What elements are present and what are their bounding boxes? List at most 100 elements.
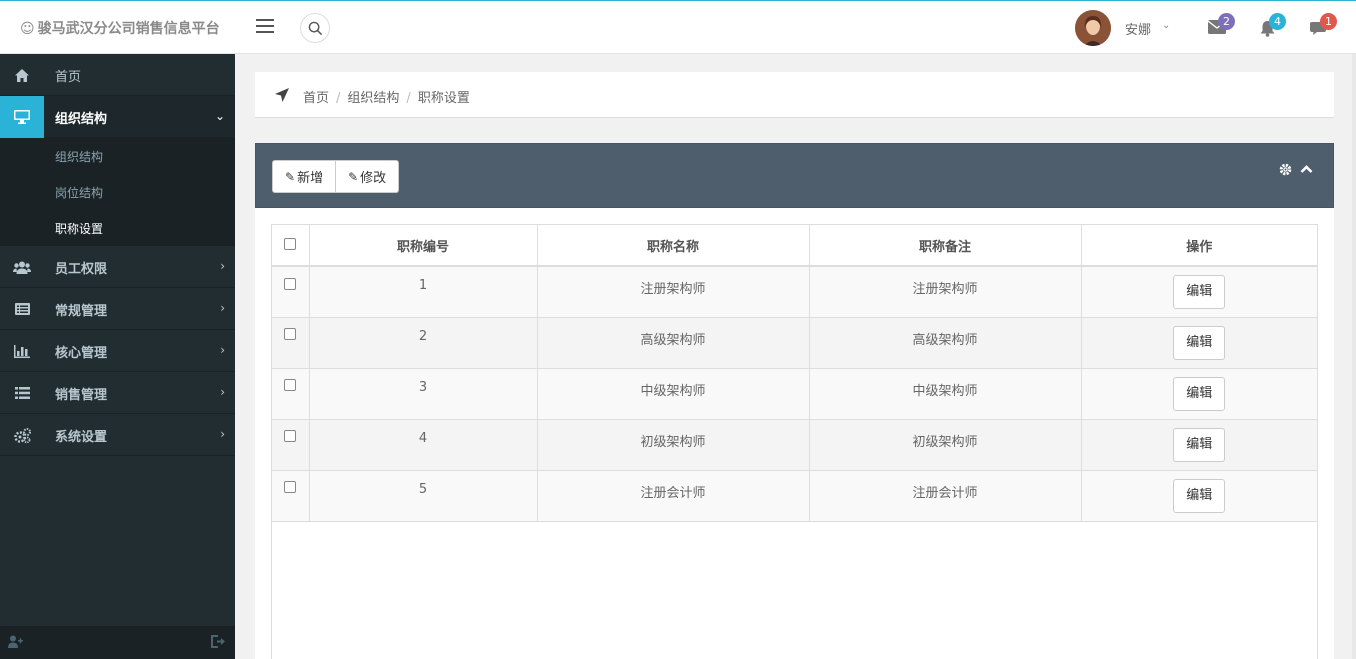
column-header[interactable]: 职称备注 (809, 225, 1082, 267)
cell-name: 注册会计师 (537, 470, 810, 522)
sidebar-item-org[interactable]: 组织结构 ⌄ (0, 96, 235, 138)
select-all-checkbox[interactable] (284, 237, 297, 250)
avatar[interactable] (1075, 10, 1111, 46)
cell-id: 1 (309, 266, 538, 318)
notifications-button[interactable]: 4 (1259, 13, 1286, 38)
table-row: 2 高级架构师 高级架构师 编辑 (272, 317, 1317, 369)
submenu-item-label: 组织结构 (55, 150, 104, 164)
row-checkbox[interactable] (284, 481, 297, 493)
sidebar: 首页 组织结构 ⌄ 组织结构 岗位结构 职称设置 员工权限 › 常规管理 › 核… (0, 54, 235, 659)
sidebar-item-general[interactable]: 常规管理 › (0, 288, 235, 330)
edit-button[interactable]: 编辑 (1173, 478, 1226, 513)
modify-button-label: 修改 (360, 171, 387, 186)
cell-name: 中级架构师 (537, 368, 810, 420)
sidebar-item-permissions[interactable]: 员工权限 › (0, 246, 235, 288)
column-header: 操作 (1081, 225, 1317, 267)
messages-button[interactable]: 1 (1310, 13, 1337, 38)
cell-name: 注册架构师 (537, 266, 810, 318)
titles-table: 职称编号 职称名称 职称备注 操作 1 注册架构师 注册架构师 编辑 2 高级架… (271, 224, 1318, 659)
row-checkbox[interactable] (284, 430, 297, 442)
content-panel: ✎ 新增 ✎ 修改 职称编号 职称名称 职称备注 操作 1 注册架构师 注册架构… (255, 143, 1334, 659)
home-icon (0, 54, 44, 96)
submenu-item-label: 岗位结构 (55, 186, 104, 200)
table-row: 1 注册架构师 注册架构师 编辑 (272, 266, 1317, 318)
table-row: 3 中级架构师 中级架构师 编辑 (272, 368, 1317, 420)
edit-icon: ✎ (285, 169, 296, 184)
users-icon (0, 246, 44, 288)
desktop-icon (0, 96, 44, 138)
sidebar-item-sales[interactable]: 销售管理 › (0, 372, 235, 414)
breadcrumb-org[interactable]: 组织结构 (347, 91, 399, 106)
list-icon (0, 372, 44, 414)
cell-name: 初级架构师 (537, 419, 810, 471)
chevron-down-icon[interactable]: ⌄ (1162, 20, 1170, 31)
sidebar-item-label: 常规管理 (55, 304, 108, 319)
breadcrumb-separator: / (406, 91, 411, 106)
top-header: ☺ 骏马武汉分公司销售信息平台 安娜 ⌄ 2 4 1 (0, 0, 1356, 54)
menu-toggle-icon[interactable] (256, 19, 274, 34)
sidebar-item-core[interactable]: 核心管理 › (0, 330, 235, 372)
add-button[interactable]: ✎ 新增 (272, 160, 337, 193)
cell-id: 4 (309, 419, 538, 471)
cogs-icon (0, 414, 44, 456)
row-checkbox[interactable] (284, 277, 297, 290)
mail-button[interactable]: 2 (1207, 13, 1235, 38)
submenu-item-org-structure[interactable]: 组织结构 (0, 138, 235, 174)
sidebar-item-label: 员工权限 (55, 262, 108, 277)
chevron-right-icon: › (220, 301, 225, 315)
panel-header: ✎ 新增 ✎ 修改 (255, 143, 1334, 208)
search-button[interactable] (300, 13, 330, 43)
modify-button[interactable]: ✎ 修改 (336, 160, 400, 193)
submenu-item-post-structure[interactable]: 岗位结构 (0, 174, 235, 210)
table-row: 4 初级架构师 初级架构师 编辑 (272, 419, 1317, 471)
cell-remark: 高级架构师 (809, 317, 1082, 369)
sidebar-item-settings[interactable]: 系统设置 › (0, 414, 235, 456)
sidebar-item-home[interactable]: 首页 (0, 54, 235, 96)
cell-remark: 注册架构师 (809, 266, 1082, 318)
row-checkbox[interactable] (284, 379, 297, 391)
toolbar: ✎ 新增 ✎ 修改 (272, 160, 400, 193)
cell-id: 2 (309, 317, 538, 369)
bell-badge: 4 (1269, 13, 1286, 30)
breadcrumb-separator: / (336, 91, 341, 106)
sidebar-item-label: 核心管理 (55, 346, 108, 361)
edit-button[interactable]: 编辑 (1173, 427, 1226, 462)
edit-icon: ✎ (348, 169, 359, 184)
avatar-image (1075, 10, 1111, 46)
chevron-right-icon: › (220, 259, 225, 273)
table-row: 5 注册会计师 注册会计师 编辑 (272, 470, 1317, 522)
cell-id: 3 (309, 368, 538, 420)
add-button-label: 新增 (297, 171, 324, 186)
row-checkbox[interactable] (284, 328, 297, 340)
sidebar-item-label: 销售管理 (55, 388, 108, 403)
edit-button[interactable]: 编辑 (1173, 275, 1226, 309)
username[interactable]: 安娜 (1125, 19, 1151, 38)
brand-title[interactable]: ☺ 骏马武汉分公司销售信息平台 (20, 18, 220, 38)
breadcrumb-home[interactable]: 首页 (303, 91, 329, 106)
submenu-item-label: 职称设置 (55, 222, 104, 236)
submenu-item-title-settings[interactable]: 职称设置 (0, 210, 235, 246)
panel-tools (1279, 163, 1313, 180)
submenu-org: 组织结构 岗位结构 职称设置 (0, 138, 235, 246)
table-header-row: 职称编号 职称名称 职称备注 操作 (272, 225, 1317, 267)
gear-icon[interactable] (1279, 163, 1292, 180)
column-header[interactable]: 职称编号 (309, 225, 538, 267)
search-icon (308, 21, 323, 36)
cell-remark: 注册会计师 (809, 470, 1082, 522)
smile-icon: ☺ (20, 21, 35, 37)
breadcrumb: 首页 / 组织结构 / 职称设置 (255, 72, 1334, 118)
bar-chart-icon (0, 330, 44, 372)
edit-button[interactable]: 编辑 (1173, 376, 1226, 411)
sidebar-item-label: 组织结构 (55, 112, 108, 127)
column-header[interactable]: 职称名称 (537, 225, 810, 267)
sidebar-item-label: 首页 (55, 70, 82, 85)
edit-button[interactable]: 编辑 (1173, 325, 1226, 360)
chat-badge: 1 (1320, 13, 1337, 30)
location-arrow-icon (275, 88, 289, 106)
page-scrollbar[interactable] (1352, 54, 1356, 659)
logout-icon[interactable] (211, 635, 225, 652)
chevron-up-icon[interactable] (1300, 163, 1313, 180)
chevron-right-icon: › (220, 427, 225, 441)
add-user-icon[interactable] (8, 635, 23, 652)
cell-id: 5 (309, 470, 538, 522)
